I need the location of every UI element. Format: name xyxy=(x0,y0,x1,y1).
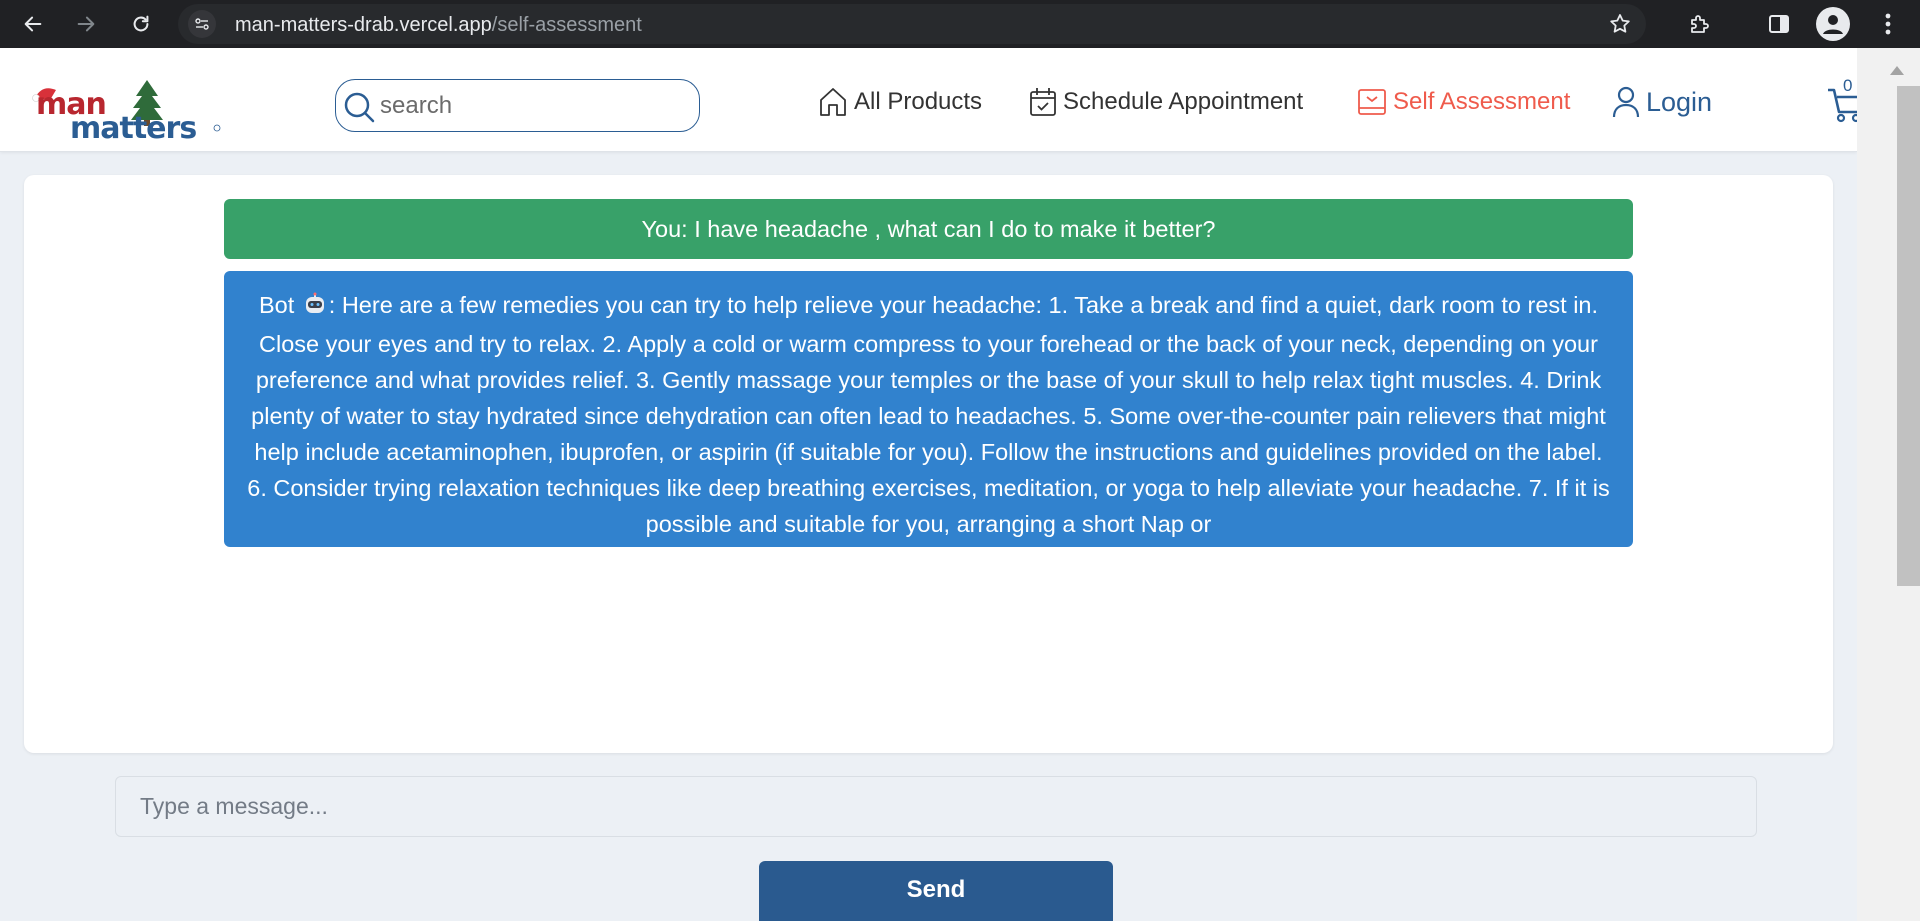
browser-toolbar: man-matters-drab.vercel.app/self-assessm… xyxy=(0,0,1920,48)
calendar-icon xyxy=(1029,86,1057,118)
nav-login-label: Login xyxy=(1646,86,1713,117)
nav-login[interactable]: Login xyxy=(1612,82,1712,122)
nav-self-assessment[interactable]: Self Assessment xyxy=(1357,82,1570,122)
scroll-up-arrow-icon[interactable] xyxy=(1890,66,1904,75)
svg-text:matters: matters xyxy=(70,111,196,140)
man-matters-logo[interactable]: man matters xyxy=(32,76,222,146)
site-header: man matters All Products Schedule Appoin… xyxy=(0,48,1865,152)
back-icon[interactable] xyxy=(15,6,51,42)
nav-schedule-label: Schedule Appointment xyxy=(1063,88,1304,115)
nav-schedule-appointment[interactable]: Schedule Appointment xyxy=(1029,82,1303,122)
bookmark-star-icon[interactable] xyxy=(1606,10,1634,38)
reload-icon[interactable] xyxy=(123,6,159,42)
nav-self-assessment-label: Self Assessment xyxy=(1393,88,1571,115)
assessment-icon xyxy=(1357,87,1387,117)
user-icon xyxy=(1612,85,1640,119)
bot-prefix: Bot xyxy=(258,292,295,318)
robot-icon xyxy=(303,290,327,326)
send-button[interactable]: Send xyxy=(759,861,1113,921)
message-input[interactable] xyxy=(115,776,1757,837)
site-info-icon[interactable] xyxy=(188,10,216,38)
nav-all-products[interactable]: All Products xyxy=(818,82,982,122)
url-text: man-matters-drab.vercel.app/self-assessm… xyxy=(235,14,642,37)
extensions-icon[interactable] xyxy=(1681,6,1717,42)
address-bar[interactable]: man-matters-drab.vercel.app/self-assessm… xyxy=(178,4,1646,44)
user-message: You: I have headache , what can I do to … xyxy=(224,199,1633,259)
menu-dots-icon[interactable] xyxy=(1870,6,1906,42)
url-path: /self-assessment xyxy=(491,14,642,36)
bot-message-text: : Here are a few remedies you can try to… xyxy=(247,292,1610,537)
cart-count-badge: 0 xyxy=(1843,76,1853,95)
profile-icon[interactable] xyxy=(1815,6,1851,42)
search-input[interactable] xyxy=(380,86,680,126)
side-panel-icon[interactable] xyxy=(1761,6,1797,42)
nav-all-products-label: All Products xyxy=(854,88,983,115)
search-bar[interactable] xyxy=(335,79,700,132)
url-domain: man-matters-drab.vercel.app xyxy=(235,14,492,36)
bot-message: Bot : Here are a few remedies you can tr… xyxy=(224,271,1633,547)
scrollbar-thumb[interactable] xyxy=(1897,86,1920,586)
home-icon xyxy=(818,86,848,118)
search-icon xyxy=(342,90,376,129)
forward-icon[interactable] xyxy=(68,6,104,42)
